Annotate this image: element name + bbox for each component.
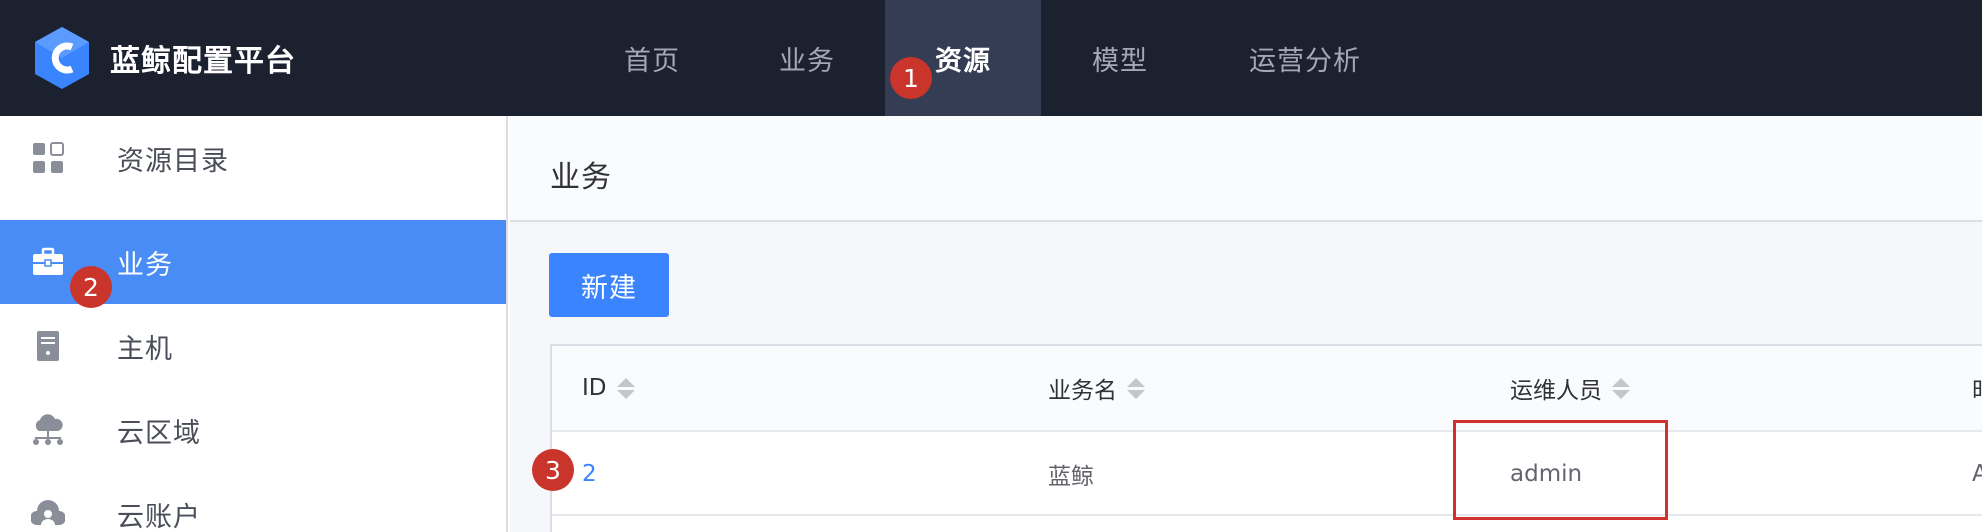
- sidebar-item-label: 云区域: [117, 417, 201, 449]
- nav-item-model[interactable]: 模型: [1070, 0, 1170, 116]
- page-title: 业务: [550, 160, 612, 195]
- briefcase-icon: [30, 244, 66, 280]
- column-header-label: 业务名: [1048, 378, 1117, 404]
- annotation-badge: 3: [532, 449, 574, 491]
- cloud-network-icon: [30, 412, 66, 448]
- column-header-label: ID: [582, 375, 607, 401]
- cell-business-name: 蓝鲸: [1048, 464, 1094, 490]
- cell-id-link[interactable]: 2: [582, 432, 597, 516]
- table-header: ID 业务名 运维人员 时: [552, 346, 1982, 432]
- sidebar-item-resource-directory[interactable]: 资源目录: [0, 116, 506, 200]
- sort-icon[interactable]: [616, 377, 635, 399]
- annotation-badge: 1: [890, 57, 932, 99]
- annotation-highlight-box: [1453, 420, 1668, 520]
- main-content: 业务 新建 ID 业务名 运维人员 时 2 蓝鲸 admin A: [510, 116, 1982, 532]
- sidebar-item-host[interactable]: 主机: [0, 304, 506, 388]
- column-header-maintainer[interactable]: 运维人员: [1510, 346, 1630, 430]
- annotation-badge: 2: [70, 266, 112, 308]
- sidebar-item-label: 主机: [117, 333, 173, 365]
- column-header-label: 运维人员: [1510, 378, 1602, 404]
- cell-time: A: [1972, 461, 1982, 487]
- sidebar: 资源目录 业务 主机 云区域 云账户: [0, 116, 508, 532]
- brand-name: 蓝鲸配置平台: [110, 44, 296, 79]
- sidebar-item-label: 云账户: [117, 501, 201, 532]
- server-icon: [30, 328, 66, 364]
- sidebar-item-label: 业务: [117, 249, 173, 281]
- nav-item-analytics[interactable]: 运营分析: [1230, 0, 1380, 116]
- column-header-label: 时: [1972, 371, 1982, 405]
- brand[interactable]: 蓝鲸配置平台: [32, 24, 296, 92]
- column-header-business-name[interactable]: 业务名: [1048, 346, 1145, 430]
- table-row[interactable]: 2 蓝鲸 admin A: [552, 432, 1982, 516]
- page-header: 业务: [510, 116, 1982, 222]
- column-header-id[interactable]: ID: [582, 346, 635, 430]
- new-button[interactable]: 新建: [549, 253, 669, 317]
- sidebar-item-label: 资源目录: [117, 145, 229, 177]
- sort-icon[interactable]: [1612, 377, 1630, 399]
- cloud-account-icon: [30, 496, 66, 532]
- grid-icon: [30, 140, 66, 176]
- sidebar-item-cloud-area[interactable]: 云区域: [0, 388, 506, 472]
- nav-item-business[interactable]: 业务: [757, 0, 857, 116]
- top-navbar: 蓝鲸配置平台 首页 业务 资源 模型 运营分析: [0, 0, 1982, 116]
- sort-icon[interactable]: [1127, 377, 1145, 399]
- nav-item-home[interactable]: 首页: [602, 0, 702, 116]
- bk-logo-icon: [35, 27, 89, 89]
- sidebar-item-cloud-account[interactable]: 云账户: [0, 472, 506, 532]
- business-table: ID 业务名 运维人员 时 2 蓝鲸 admin A: [550, 344, 1982, 532]
- column-header-time[interactable]: 时: [1972, 346, 1982, 430]
